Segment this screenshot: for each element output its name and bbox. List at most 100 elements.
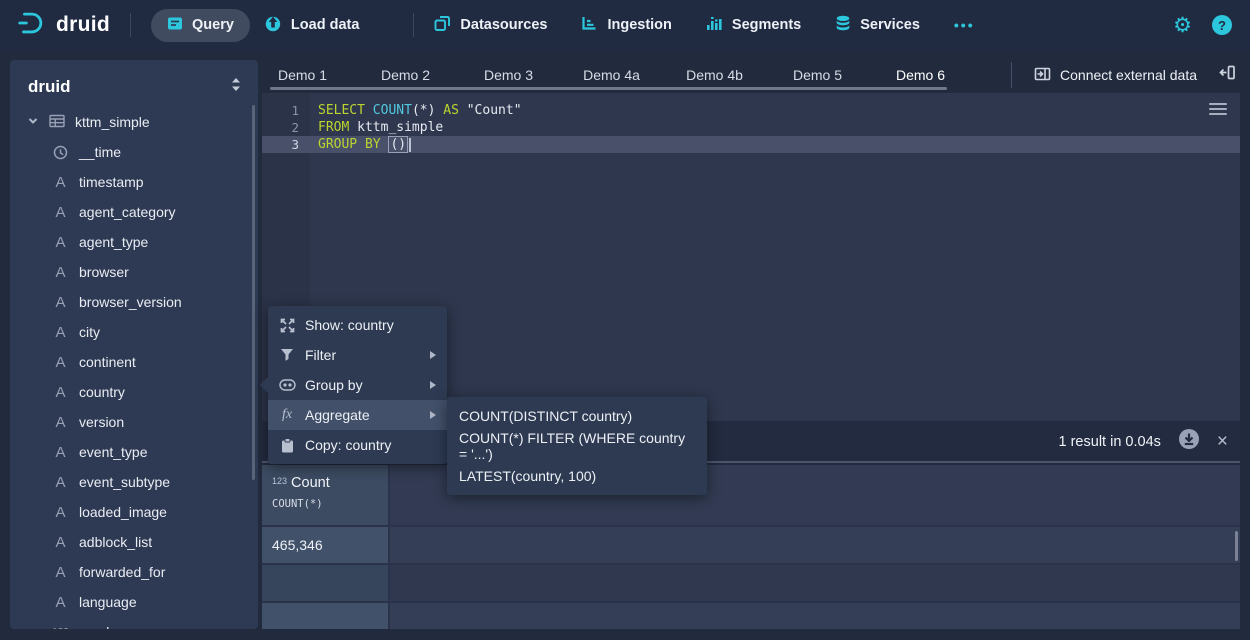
column-row-country[interactable]: A country: [10, 377, 258, 407]
line-number: 2: [262, 119, 310, 136]
results-vertical-scrollbar[interactable]: [1235, 531, 1238, 561]
nav-item-query[interactable]: Query: [151, 9, 250, 42]
nav-item-load-data[interactable]: Load data: [264, 14, 359, 36]
submenu-item-count-distinct[interactable]: COUNT(DISTINCT country): [447, 401, 707, 431]
column-name: browser_version: [79, 294, 182, 310]
chevron-down-icon[interactable]: [27, 114, 39, 130]
count-column-header[interactable]: 123Count COUNT(*): [262, 465, 390, 525]
string-type-icon: A: [52, 354, 69, 371]
download-icon[interactable]: [1178, 428, 1200, 455]
nav-item-ingestion[interactable]: Ingestion: [581, 15, 671, 35]
column-name: version: [79, 414, 124, 430]
tab-demo-2[interactable]: Demo 2: [354, 67, 457, 83]
menu-item-copy[interactable]: Copy: country: [268, 430, 447, 460]
column-row-time[interactable]: __time: [10, 137, 258, 167]
column-row[interactable]: A browser_version: [10, 287, 258, 317]
results-header-row: 123Count COUNT(*): [262, 465, 1240, 527]
menu-label: Group by: [305, 377, 363, 393]
tab-demo-4b[interactable]: Demo 4b: [663, 67, 766, 83]
nav-item-services[interactable]: Services: [835, 15, 920, 36]
brand-text: druid: [56, 13, 110, 37]
menu-item-filter[interactable]: Filter: [268, 340, 447, 370]
close-results-icon[interactable]: ×: [1217, 432, 1228, 451]
submenu-item-latest[interactable]: LATEST(country, 100): [447, 461, 707, 491]
column-name: agent_category: [79, 204, 176, 220]
tab-demo-4a[interactable]: Demo 4a: [560, 67, 663, 83]
column-row[interactable]: A event_subtype: [10, 467, 258, 497]
menu-item-aggregate[interactable]: fx Aggregate: [268, 400, 447, 430]
string-type-icon: A: [52, 264, 69, 281]
open-panel-icon[interactable]: [1219, 64, 1236, 86]
brand[interactable]: druid: [16, 8, 110, 43]
segments-icon: [706, 15, 723, 35]
nav-label: Segments: [732, 17, 801, 33]
menu-label: Show: country: [305, 317, 394, 333]
row-filler: [390, 603, 1240, 629]
editor-menu-icon[interactable]: [1209, 103, 1227, 118]
external-data-icon: [1034, 66, 1051, 85]
tab-demo-6[interactable]: Demo 6: [869, 67, 972, 83]
submenu-caret-icon: [429, 380, 437, 390]
nav-item-segments[interactable]: Segments: [706, 15, 801, 35]
submenu-item-count-filter[interactable]: COUNT(*) FILTER (WHERE country = '...'): [447, 431, 707, 461]
table-row: [262, 603, 1240, 629]
nav-divider: [413, 13, 414, 37]
column-row[interactable]: A browser: [10, 257, 258, 287]
column-row[interactable]: A loaded_image: [10, 497, 258, 527]
count-value-cell[interactable]: 465,346: [262, 527, 390, 563]
column-row[interactable]: A agent_category: [10, 197, 258, 227]
tabbar-right-group: Connect external data: [1011, 60, 1236, 90]
string-type-icon: A: [52, 504, 69, 521]
services-icon: [835, 15, 851, 36]
nav-item-datasources[interactable]: Datasources: [434, 15, 547, 36]
tab-demo-5[interactable]: Demo 5: [766, 67, 869, 83]
column-name: event_subtype: [79, 474, 170, 490]
column-row[interactable]: A event_type: [10, 437, 258, 467]
tab-strip-scrollbar[interactable]: [270, 87, 947, 90]
column-row[interactable]: A agent_type: [10, 227, 258, 257]
results-table: 123Count COUNT(*) 465,346: [262, 465, 1240, 629]
column-name: adblock_list: [79, 534, 152, 550]
empty-cell: [262, 565, 390, 601]
show-icon: [278, 318, 296, 333]
column-name: browser: [79, 264, 129, 280]
tab-list: Demo 1 Demo 2 Demo 3 Demo 4a Demo 4b Dem…: [251, 67, 972, 83]
tab-demo-3[interactable]: Demo 3: [457, 67, 560, 83]
tab-demo-1[interactable]: Demo 1: [251, 67, 354, 83]
menu-item-show[interactable]: Show: country: [268, 310, 447, 340]
column-name: continent: [79, 354, 136, 370]
connect-external-data-button[interactable]: Connect external data: [1034, 66, 1197, 85]
submenu-caret-icon: [429, 410, 437, 420]
column-name: timestamp: [79, 174, 144, 190]
string-type-icon: A: [52, 414, 69, 431]
column-row[interactable]: A city: [10, 317, 258, 347]
menu-item-group-by[interactable]: Group by: [268, 370, 447, 400]
column-row[interactable]: A version: [10, 407, 258, 437]
column-row[interactable]: A language: [10, 587, 258, 617]
function-icon: fx: [278, 407, 296, 423]
settings-gear-icon[interactable]: ⚙: [1173, 15, 1192, 36]
table-icon: [49, 114, 65, 131]
column-row[interactable]: A timestamp: [10, 167, 258, 197]
column-context-menu: Show: country Filter Group by fx Aggrega…: [268, 306, 447, 464]
table-row-kttm-simple[interactable]: kttm_simple: [10, 107, 258, 137]
table-row[interactable]: 465,346: [262, 527, 1240, 565]
string-type-icon: A: [52, 474, 69, 491]
string-type-icon: A: [52, 174, 69, 191]
column-row-number[interactable]: 123 number: [10, 617, 258, 629]
column-name: country: [79, 384, 125, 400]
connect-label: Connect external data: [1060, 67, 1197, 83]
column-header-label: Count: [291, 475, 330, 491]
menu-label: COUNT(*) FILTER (WHERE country = '...'): [459, 430, 695, 462]
column-row[interactable]: A adblock_list: [10, 527, 258, 557]
column-row[interactable]: A continent: [10, 347, 258, 377]
datasources-icon: [434, 15, 451, 36]
column-name: loaded_image: [79, 504, 167, 520]
column-row[interactable]: A forwarded_for: [10, 557, 258, 587]
double-caret-sort-icon[interactable]: [230, 77, 242, 97]
menu-label: Filter: [305, 347, 336, 363]
string-type-icon: A: [52, 204, 69, 221]
help-icon[interactable]: ?: [1212, 15, 1232, 35]
nav-overflow-menu[interactable]: •••: [954, 17, 975, 33]
sidebar-scrollbar[interactable]: [252, 105, 255, 480]
